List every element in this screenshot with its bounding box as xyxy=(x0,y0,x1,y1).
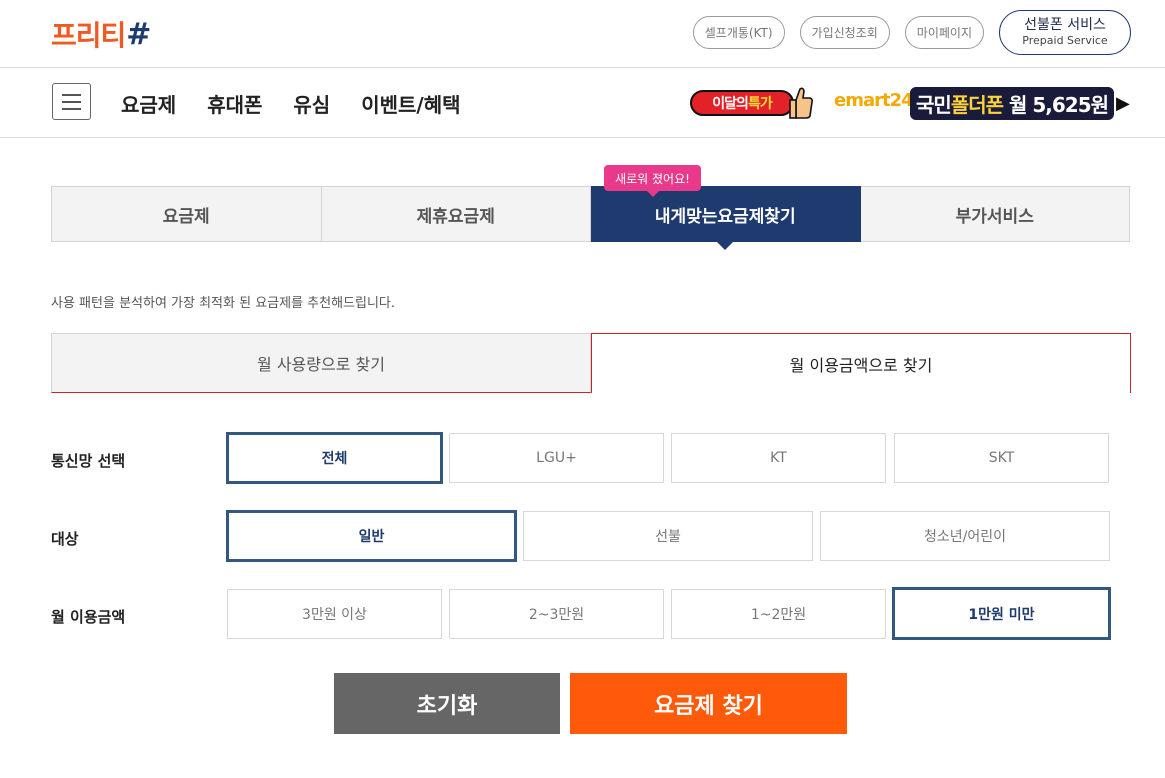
target-option-youth[interactable]: 청소년/어린이 xyxy=(820,511,1110,561)
network-label: 통신망 선택 xyxy=(51,452,126,470)
monthly-special-banner[interactable]: 이달의 특가 xyxy=(690,86,818,120)
target-option-prepaid[interactable]: 선불 xyxy=(523,511,813,561)
tab-search-by-amount[interactable]: 월 이용금액으로 찾기 xyxy=(591,333,1131,393)
prepaid-subtitle: Prepaid Service xyxy=(1022,34,1108,47)
self-activation-link[interactable]: 셀프개통(KT) xyxy=(692,16,785,49)
nav-menu: 요금제 휴대폰 유심 이벤트/혜택 xyxy=(121,89,461,118)
find-plan-button[interactable]: 요금제 찾기 xyxy=(570,673,847,734)
reset-button[interactable]: 초기화 xyxy=(334,673,560,734)
my-page-link[interactable]: 마이페이지 xyxy=(904,16,984,49)
network-option-all[interactable]: 전체 xyxy=(226,432,443,484)
play-arrow-icon: ▶ xyxy=(1116,92,1130,114)
tab-find-my-plan[interactable]: 내게맞는요금제찾기 xyxy=(591,186,861,250)
amount-label: 월 이용금액 xyxy=(51,608,126,626)
folder-price: 월 5,625원 xyxy=(1008,92,1109,117)
logo-hash: # xyxy=(126,16,152,52)
hamburger-menu-icon[interactable] xyxy=(52,83,91,120)
emart-word: emart xyxy=(834,90,891,111)
nav-item-usim[interactable]: 유심 xyxy=(293,89,330,118)
nav-item-plans[interactable]: 요금제 xyxy=(121,89,176,118)
special-prefix: 이달의 xyxy=(712,96,749,112)
tab-add-on-services[interactable]: 부가서비스 xyxy=(860,186,1130,242)
plan-tabs: 요금제 제휴요금제 내게맞는요금제찾기 부가서비스 xyxy=(51,186,1130,250)
folder-word: 폴더폰 xyxy=(950,92,1004,117)
tab-plans[interactable]: 요금제 xyxy=(51,186,322,242)
logo[interactable]: 프리티 # xyxy=(51,16,152,53)
nav-item-phones[interactable]: 휴대폰 xyxy=(207,89,262,118)
thumbs-up-icon xyxy=(789,87,814,119)
folder-phone-banner[interactable]: 국민폴더폰 월 5,625원 ▶ xyxy=(910,86,1130,120)
target-label: 대상 xyxy=(51,530,79,548)
main-nav: 요금제 휴대폰 유심 이벤트/혜택 이달의 특가 emart24 국민폴더폰 월 … xyxy=(0,68,1165,138)
target-option-general[interactable]: 일반 xyxy=(226,510,517,562)
special-word: 특가 xyxy=(747,96,773,112)
prepaid-service-button[interactable]: 선불폰 서비스 Prepaid Service xyxy=(999,10,1131,55)
utility-links: 셀프개통(KT) 가입신청조회 마이페이지 선불폰 서비스 Prepaid Se… xyxy=(692,10,1131,55)
amount-option-10k-20k[interactable]: 1~2만원 xyxy=(671,589,886,639)
nav-item-events[interactable]: 이벤트/혜택 xyxy=(361,89,460,118)
emart24-logo: emart24 xyxy=(834,90,914,111)
tab-partner-plans[interactable]: 제휴요금제 xyxy=(321,186,591,242)
amount-option-under-10k[interactable]: 1만원 미만 xyxy=(892,587,1111,640)
network-option-lgu[interactable]: LGU+ xyxy=(449,433,664,483)
application-lookup-link[interactable]: 가입신청조회 xyxy=(799,16,890,49)
top-header: 프리티 # 셀프개통(KT) 가입신청조회 마이페이지 선불폰 서비스 Prep… xyxy=(0,0,1165,68)
search-mode-tabs: 월 사용량으로 찾기 월 이용금액으로 찾기 xyxy=(51,333,1131,393)
folder-phone-text: 국민폴더폰 월 5,625원 xyxy=(910,86,1115,120)
monthly-special-pill: 이달의 특가 xyxy=(690,90,794,116)
logo-text: 프리티 xyxy=(51,19,126,52)
tab-search-by-usage[interactable]: 월 사용량으로 찾기 xyxy=(51,333,591,393)
network-option-skt[interactable]: SKT xyxy=(894,433,1109,483)
prepaid-title: 선불폰 서비스 xyxy=(1024,17,1106,33)
amount-option-20k-30k[interactable]: 2~3만원 xyxy=(449,589,664,639)
folder-prefix: 국민 xyxy=(916,92,952,117)
page-description: 사용 패턴을 분석하여 가장 최적화 된 요금제를 추천해드립니다. xyxy=(51,296,396,311)
amount-option-30k-plus[interactable]: 3만원 이상 xyxy=(227,589,442,639)
network-option-kt[interactable]: KT xyxy=(671,433,886,483)
new-badge: 새로워 졌어요! xyxy=(604,165,701,197)
